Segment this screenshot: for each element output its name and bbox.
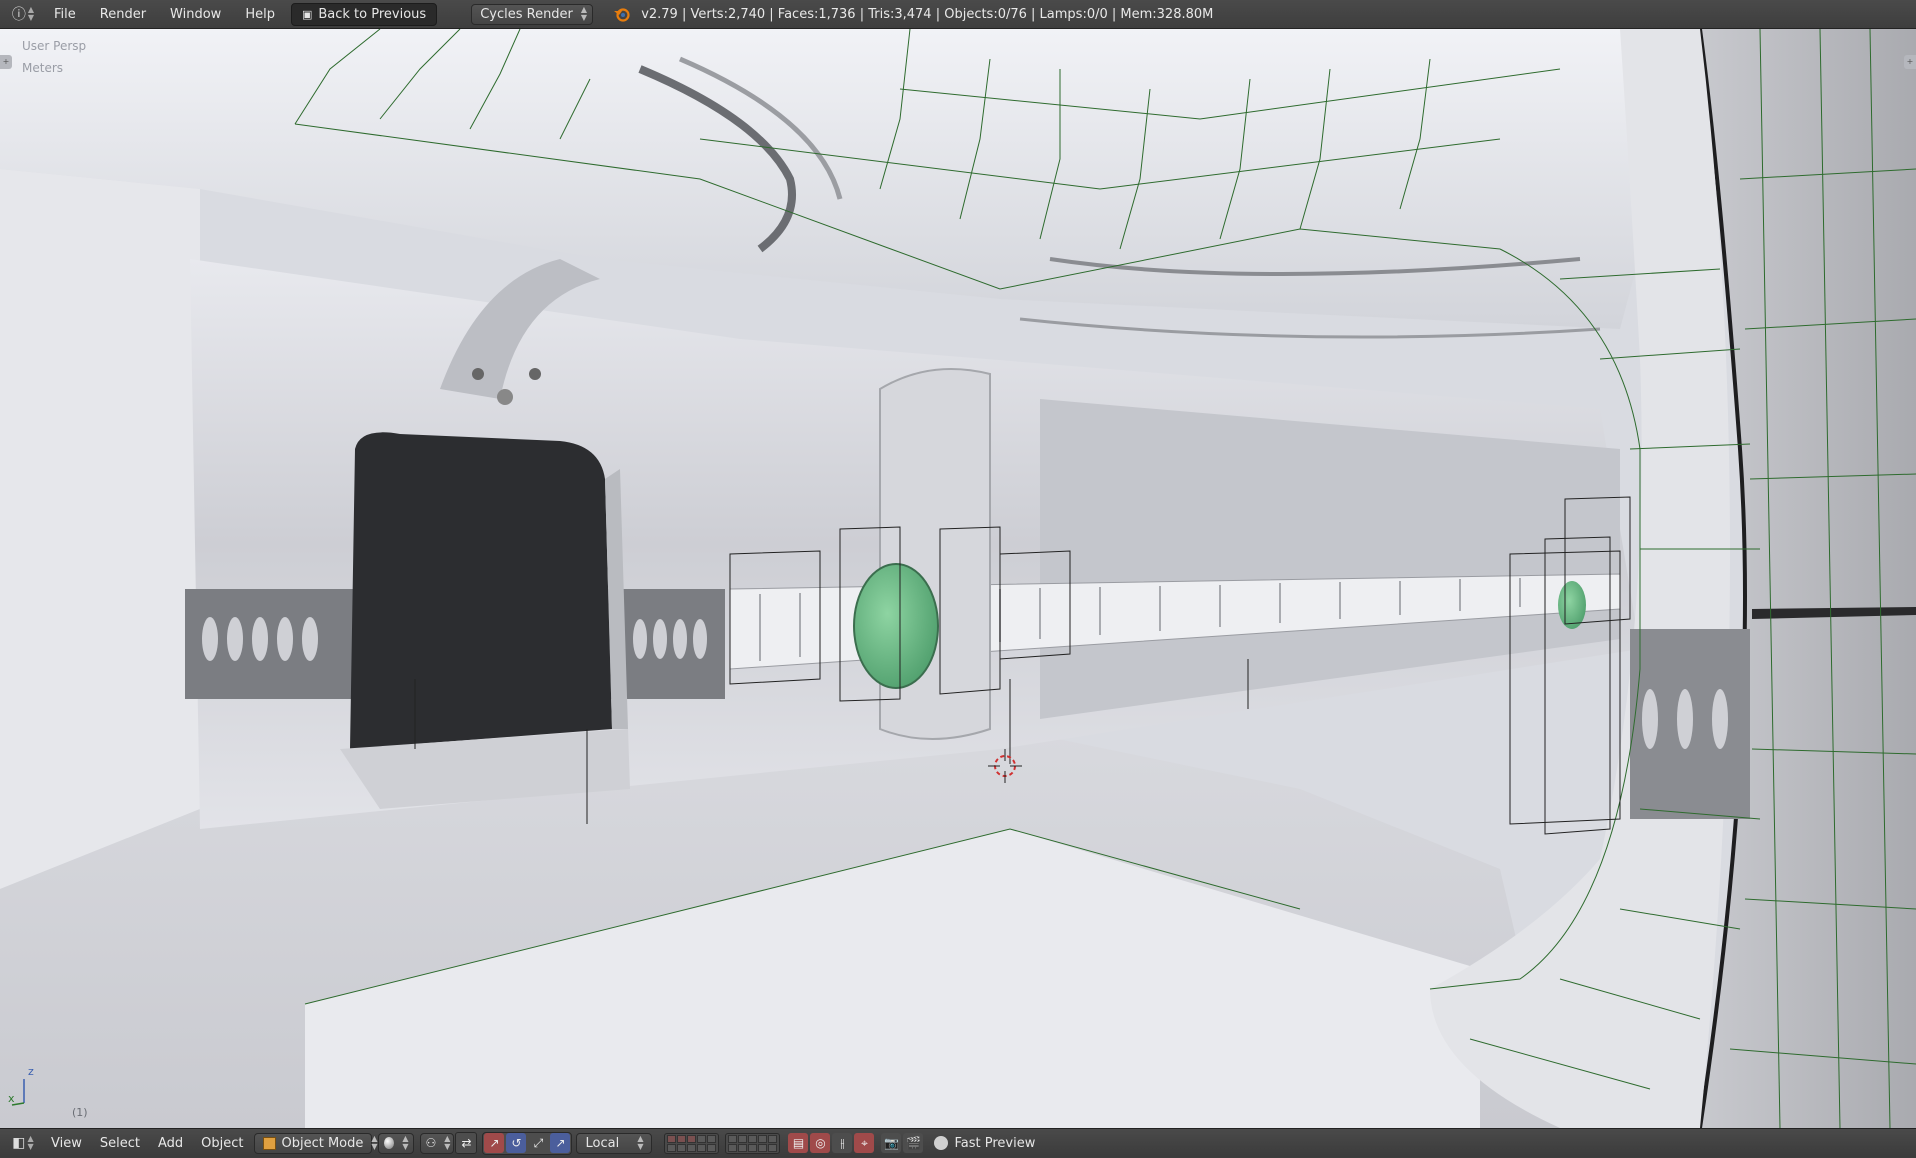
layers-widget-a[interactable] — [664, 1132, 720, 1154]
axis-x-label: x — [8, 1092, 15, 1105]
object-mode-icon — [263, 1136, 277, 1150]
blender-logo-icon — [613, 5, 631, 23]
menu-select[interactable]: Select — [91, 1129, 149, 1158]
transform-orientation-dropdown[interactable]: Local ▲ ▼ — [576, 1132, 653, 1154]
back-to-previous-button[interactable]: ▣ Back to Previous — [290, 2, 438, 26]
manipulator-group: ↗ ↺ ⤢ ↗ — [482, 1131, 573, 1155]
properties-toggle-icon[interactable]: + — [1904, 55, 1916, 69]
axis-z-label: z — [28, 1065, 34, 1078]
menu-window[interactable]: Window — [158, 0, 233, 29]
3d-viewport[interactable]: User Persp Meters z x (1) + + — [0, 29, 1916, 1128]
scene-render — [0, 29, 1916, 1128]
3d-view-header: ◧ ▲ ▼ View Select Add Object Object Mode … — [0, 1128, 1916, 1157]
lock-layers-icon[interactable]: ▤ — [788, 1133, 809, 1153]
render-engine-dropdown[interactable]: Cycles Render ▲ ▼ — [471, 3, 594, 25]
manipulator-toggle-icon[interactable]: ⇄ — [455, 1132, 478, 1154]
menu-file[interactable]: File — [42, 0, 88, 29]
pivot-point-dropdown[interactable]: ⚇ ▲ ▼ — [420, 1132, 455, 1154]
menu-add[interactable]: Add — [149, 1129, 192, 1158]
rotate-icon[interactable]: ↺ — [506, 1133, 527, 1153]
render-image-icon[interactable]: 📷 — [881, 1133, 902, 1153]
screen-back-icon: ▣ — [301, 7, 313, 21]
info-header: ⓘ ▲ ▼ File Render Window Help ▣ Back to P… — [0, 0, 1916, 29]
translate-icon[interactable]: ↗ — [484, 1133, 505, 1153]
units-label: Meters — [22, 61, 64, 75]
3d-view-icon: ◧ — [12, 1135, 26, 1151]
frame-number: (1) — [72, 1106, 88, 1119]
fast-preview-icon — [934, 1136, 949, 1150]
pivot-icon: ⚇ — [425, 1136, 437, 1150]
render-animation-icon[interactable]: 🎬 — [903, 1133, 924, 1153]
shading-icon — [384, 1137, 395, 1149]
menu-view[interactable]: View — [42, 1129, 91, 1158]
editor-type-button[interactable]: ⓘ ▲ ▼ — [4, 3, 42, 26]
editor-type-button[interactable]: ◧ ▲ ▼ — [4, 1132, 42, 1155]
menu-object[interactable]: Object — [192, 1129, 252, 1158]
snap-toggle-icon[interactable]: ⌖ — [854, 1133, 875, 1153]
proportional-edit-icon[interactable]: ◎ — [810, 1133, 831, 1153]
transform-orient-icon[interactable]: ↗ — [550, 1133, 571, 1153]
layers-widget-b[interactable] — [725, 1132, 781, 1154]
viewport-shading-dropdown[interactable]: ▲ ▼ — [378, 1132, 415, 1154]
menu-help[interactable]: Help — [233, 0, 287, 29]
view-name-label: User Persp — [22, 39, 87, 53]
mode-dropdown[interactable]: Object Mode ▲ ▼ — [254, 1132, 378, 1154]
3d-cursor-icon[interactable] — [988, 749, 1022, 783]
snap-element-icon[interactable]: ⫲ — [832, 1133, 853, 1153]
fast-preview-button[interactable]: Fast Preview — [930, 1133, 1039, 1154]
toolbar-toggle-icon[interactable]: + — [0, 55, 12, 69]
scale-icon[interactable]: ⤢ — [528, 1133, 549, 1153]
scene-stats: v2.79 | Verts:2,740 | Faces:1,736 | Tris… — [641, 6, 1214, 22]
menu-render[interactable]: Render — [88, 0, 158, 29]
info-icon: ⓘ — [11, 7, 26, 23]
